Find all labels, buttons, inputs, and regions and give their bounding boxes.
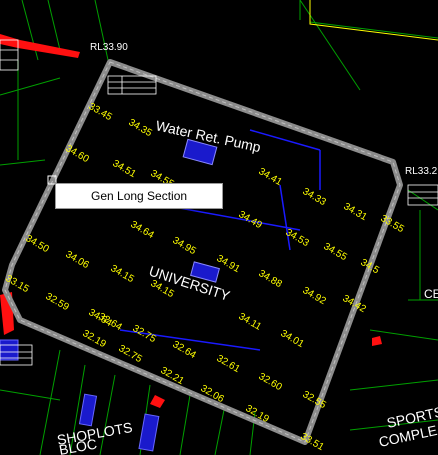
spot-level: 33.51 bbox=[299, 431, 327, 453]
spot-level: 34.15 bbox=[109, 263, 137, 285]
context-menu: Gen Long Section bbox=[55, 183, 223, 209]
spot-level: 34.01 bbox=[279, 328, 307, 350]
pipe-lines bbox=[107, 129, 321, 351]
spot-level: 34.35 bbox=[127, 117, 155, 139]
cad-drawing-canvas[interactable]: RL33.90 RL33.2 Water Ret. Pump UNIVERSIT… bbox=[0, 0, 438, 455]
ce-label: CE bbox=[424, 287, 438, 301]
spot-level: 32.59 bbox=[44, 291, 72, 313]
spot-level: 34.06 bbox=[64, 249, 92, 271]
spot-level: 34.49 bbox=[237, 209, 265, 231]
spot-level: 34.60 bbox=[64, 143, 92, 165]
lot-lines bbox=[0, 0, 438, 455]
spot-level: 34.88 bbox=[257, 268, 285, 290]
spot-level: 32.64 bbox=[97, 311, 125, 333]
spot-level: 34.53 bbox=[284, 227, 312, 249]
building-outline bbox=[309, 0, 438, 41]
spot-level: 34.95 bbox=[171, 235, 199, 257]
spot-level: 34.92 bbox=[301, 285, 329, 307]
spot-level: 32.64 bbox=[171, 339, 199, 361]
spot-level: 34.55 bbox=[322, 241, 350, 263]
spot-level: 34.33 bbox=[301, 186, 329, 208]
rl-label-top: RL33.90 bbox=[90, 42, 128, 53]
spot-level: 33.45 bbox=[87, 101, 115, 123]
menu-item-label: Gen Long Section bbox=[91, 189, 188, 203]
spot-level: 34.31 bbox=[342, 201, 370, 223]
menu-item-gen-long-section[interactable]: Gen Long Section bbox=[56, 184, 222, 208]
spot-level: 32.61 bbox=[215, 353, 243, 375]
spot-level: 34.50 bbox=[24, 233, 52, 255]
rl-label-right: RL33.2 bbox=[405, 166, 438, 177]
spot-level: 34.11 bbox=[237, 311, 264, 333]
spot-level: 34.64 bbox=[129, 219, 157, 241]
spot-level: 34.51 bbox=[111, 158, 139, 180]
spot-level: 34.41 bbox=[257, 166, 285, 188]
spot-level: 32.60 bbox=[257, 371, 285, 393]
spot-level: 32.75 bbox=[131, 323, 159, 345]
